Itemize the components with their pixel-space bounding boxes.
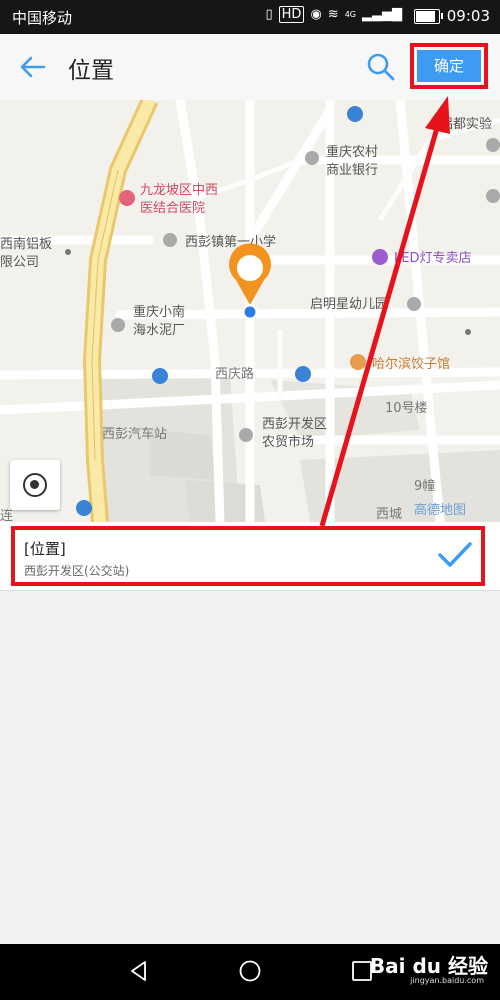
confirm-button[interactable]: 确定 — [417, 50, 481, 82]
app-header: 位置 确定 — [0, 34, 500, 101]
map-canvas: 九龙坡区中西 医结合医院 西彭镇第一小学 重庆农村 商业银行 LED灯专卖店 铝… — [0, 100, 500, 522]
map-label-lab: 铝都实验 — [440, 116, 492, 132]
map-label-building-9: 9幢 — [414, 478, 435, 494]
status-icons: ▯ HD ◉ ≋ 4G ▂▃▅▇ — [265, 6, 402, 23]
page-title: 位置 — [68, 58, 114, 84]
eye-icon: ◉ — [310, 7, 322, 22]
map-label-company-line2: 限公司 — [0, 255, 39, 270]
map-label-bus-station: 西彭汽车站 — [102, 426, 167, 442]
map-label-hospital: 九龙坡区中西 — [140, 183, 218, 198]
checkmark-icon — [438, 542, 472, 567]
wifi-icon: ≋ — [327, 7, 339, 22]
map-label-led-shop: LED灯专卖店 — [394, 251, 471, 266]
search-icon[interactable] — [366, 52, 396, 82]
status-bar: 中国移动 ▯ HD ◉ ≋ 4G ▂▃▅▇ 09:03 — [0, 0, 500, 34]
map-label-market-line2: 农贸市场 — [262, 434, 314, 450]
map-label-building-10: 10号楼 — [385, 401, 428, 416]
location-address: 西彭开发区(公交站) — [24, 564, 130, 578]
map-label-cement-line2: 海水泥厂 — [133, 323, 185, 338]
watermark-brand: Bai du 经验 — [369, 954, 488, 978]
selected-location-item[interactable]: [位置] 西彭开发区(公交站) — [0, 522, 500, 591]
nav-home-icon[interactable] — [238, 959, 262, 983]
network-type: 4G — [344, 10, 356, 19]
map-provider-logo: 高德地图 — [414, 502, 466, 518]
map-label-hospital-line2: 医结合医院 — [140, 201, 205, 216]
hd-icon: HD — [278, 6, 305, 23]
signal-icon: ▂▃▅▇ — [362, 7, 402, 22]
map-label-xicheng: 西城 — [376, 507, 402, 522]
map-label-market: 西彭开发区 — [262, 416, 327, 432]
map-label-company: 西南铝板 — [0, 236, 52, 252]
map-label-bank: 重庆农村 — [326, 144, 378, 160]
vibrate-icon: ▯ — [265, 7, 273, 22]
map-label-kindergarten: 启明星幼儿园 — [310, 297, 388, 312]
map-label-bank-line2: 商业银行 — [326, 163, 378, 178]
nav-back-icon[interactable] — [127, 959, 151, 983]
clock: 09:03 — [446, 7, 490, 25]
battery-icon — [414, 9, 443, 24]
confirm-button-highlight: 确定 — [410, 43, 488, 89]
map-label-road: 西庆路 — [215, 366, 254, 382]
my-location-button[interactable] — [10, 460, 60, 510]
back-arrow-icon[interactable] — [18, 52, 48, 82]
carrier-name: 中国移动 — [12, 9, 73, 27]
locate-target-icon — [23, 473, 47, 497]
map-view[interactable]: 九龙坡区中西 医结合医院 西彭镇第一小学 重庆农村 商业银行 LED灯专卖店 铝… — [0, 100, 500, 522]
map-label-cement: 重庆小南 — [133, 304, 185, 320]
location-name: [位置] — [24, 540, 66, 558]
system-nav-bar: Bai du 经验 jingyan.baidu.com — [0, 944, 500, 1000]
map-label-dumpling: 哈尔滨饺子馆 — [372, 356, 450, 372]
map-label-edge: 连 — [0, 508, 13, 522]
watermark-url: jingyan.baidu.com — [410, 976, 484, 985]
